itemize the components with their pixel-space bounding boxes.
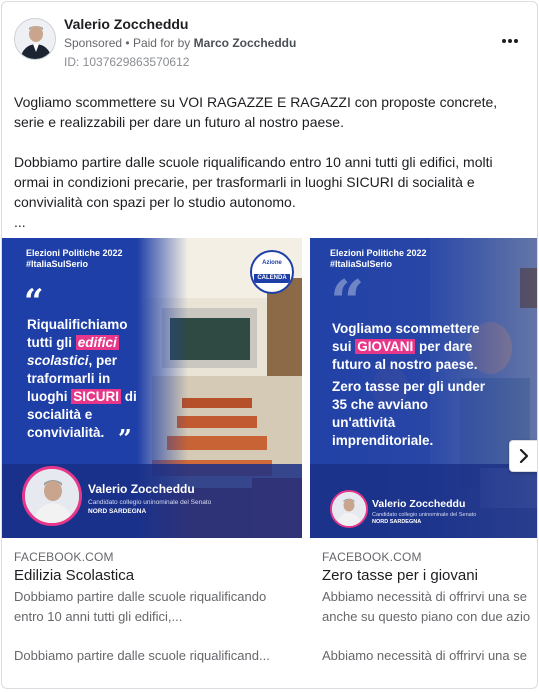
card-description-2: Dobbiamo partire dalle scuole riqualific… (14, 648, 270, 663)
card-headline[interactable]: Zero tasse per i giovani (322, 567, 478, 584)
candidate-subtitle: Candidato collegio uninominale del Senat… (88, 499, 212, 506)
page-name-link[interactable]: Valerio Zoccheddu (64, 16, 188, 32)
avatar[interactable] (14, 18, 56, 60)
carousel-next-button[interactable] (509, 440, 537, 472)
post-header: Valerio Zoccheddu Sponsored • Paid for b… (2, 2, 537, 82)
creative-image-1[interactable]: Elezioni Politiche 2022 #ItaliaSulSerio … (2, 238, 302, 538)
meta-separator: • (125, 36, 130, 50)
creative-tag: Elezioni Politiche 2022 #ItaliaSulSerio (330, 248, 427, 269)
card-domain: FACEBOOK.COM (14, 550, 114, 564)
creative-image-2[interactable]: Elezioni Politiche 2022 #ItaliaSulSerio … (310, 238, 537, 538)
card-description: Dobbiamo partire dalle scuole riqualific… (14, 589, 267, 624)
candidate-region: NORD SARDEGNA (372, 519, 422, 525)
card-caption-2[interactable]: FACEBOOK.COM Zero tasse per i giovani Ab… (310, 538, 537, 688)
payer-name: Marco Zoccheddu (193, 36, 297, 50)
chevron-right-icon (519, 449, 529, 463)
post-paragraph-1: Vogliamo scommettere su VOI RAGAZZE E RA… (14, 94, 498, 130)
candidate-subtitle: Candidato collegio uninominale del Senat… (372, 512, 477, 518)
quote-close-glyph: ” (118, 424, 132, 453)
ad-carousel: Elezioni Politiche 2022 #ItaliaSulSerio … (2, 238, 537, 688)
more-horizontal-icon (502, 39, 506, 43)
card-domain: FACEBOOK.COM (322, 550, 422, 564)
creative-tag: Elezioni Politiche 2022 #ItaliaSulSerio (26, 248, 123, 269)
candidate-name: Valerio Zoccheddu (88, 482, 195, 496)
paid-for-by-label: Paid for by (132, 36, 191, 50)
party-logo: Azione CALENDA (250, 250, 294, 294)
carousel-card-1[interactable]: Elezioni Politiche 2022 #ItaliaSulSerio … (2, 238, 302, 688)
candidate-name: Valerio Zoccheddu (372, 498, 466, 510)
candidate-photo (22, 466, 82, 526)
ad-id: ID: 1037629863570612 (64, 55, 190, 69)
creative-slogan: Vogliamo scommettere sui GIOVANI per dar… (332, 321, 486, 448)
carousel-card-2[interactable]: Elezioni Politiche 2022 #ItaliaSulSerio … (310, 238, 537, 688)
candidate-portrait-icon (332, 492, 366, 526)
post-body: Vogliamo scommettere su VOI RAGAZZE E RA… (14, 92, 526, 232)
candidate-region: NORD SARDEGNA (88, 508, 147, 515)
candidate-photo (330, 490, 368, 528)
more-options-button[interactable] (497, 30, 523, 52)
ad-card: Valerio Zoccheddu Sponsored • Paid for b… (1, 1, 538, 689)
avatar-portrait-icon (15, 19, 55, 59)
card-description-2: Abbiamo necessità di offrirvi una se (322, 648, 527, 663)
candidate-portrait-icon (25, 469, 79, 523)
sponsored-line: Sponsored • Paid for by Marco Zoccheddu (64, 36, 296, 50)
see-more-ellipsis[interactable]: ... (14, 212, 526, 232)
card-headline[interactable]: Edilizia Scolastica (14, 567, 134, 584)
post-paragraph-2: Dobbiamo partire dalle scuole riqualific… (14, 154, 493, 210)
creative-slogan: Riqualifichiamo tutti gli edifici scolas… (27, 317, 137, 440)
card-caption-1[interactable]: FACEBOOK.COM Edilizia Scolastica Dobbiam… (2, 538, 302, 688)
card-description: Abbiamo necessità di offrirvi una se anc… (322, 589, 531, 624)
sponsored-label: Sponsored (64, 36, 123, 50)
